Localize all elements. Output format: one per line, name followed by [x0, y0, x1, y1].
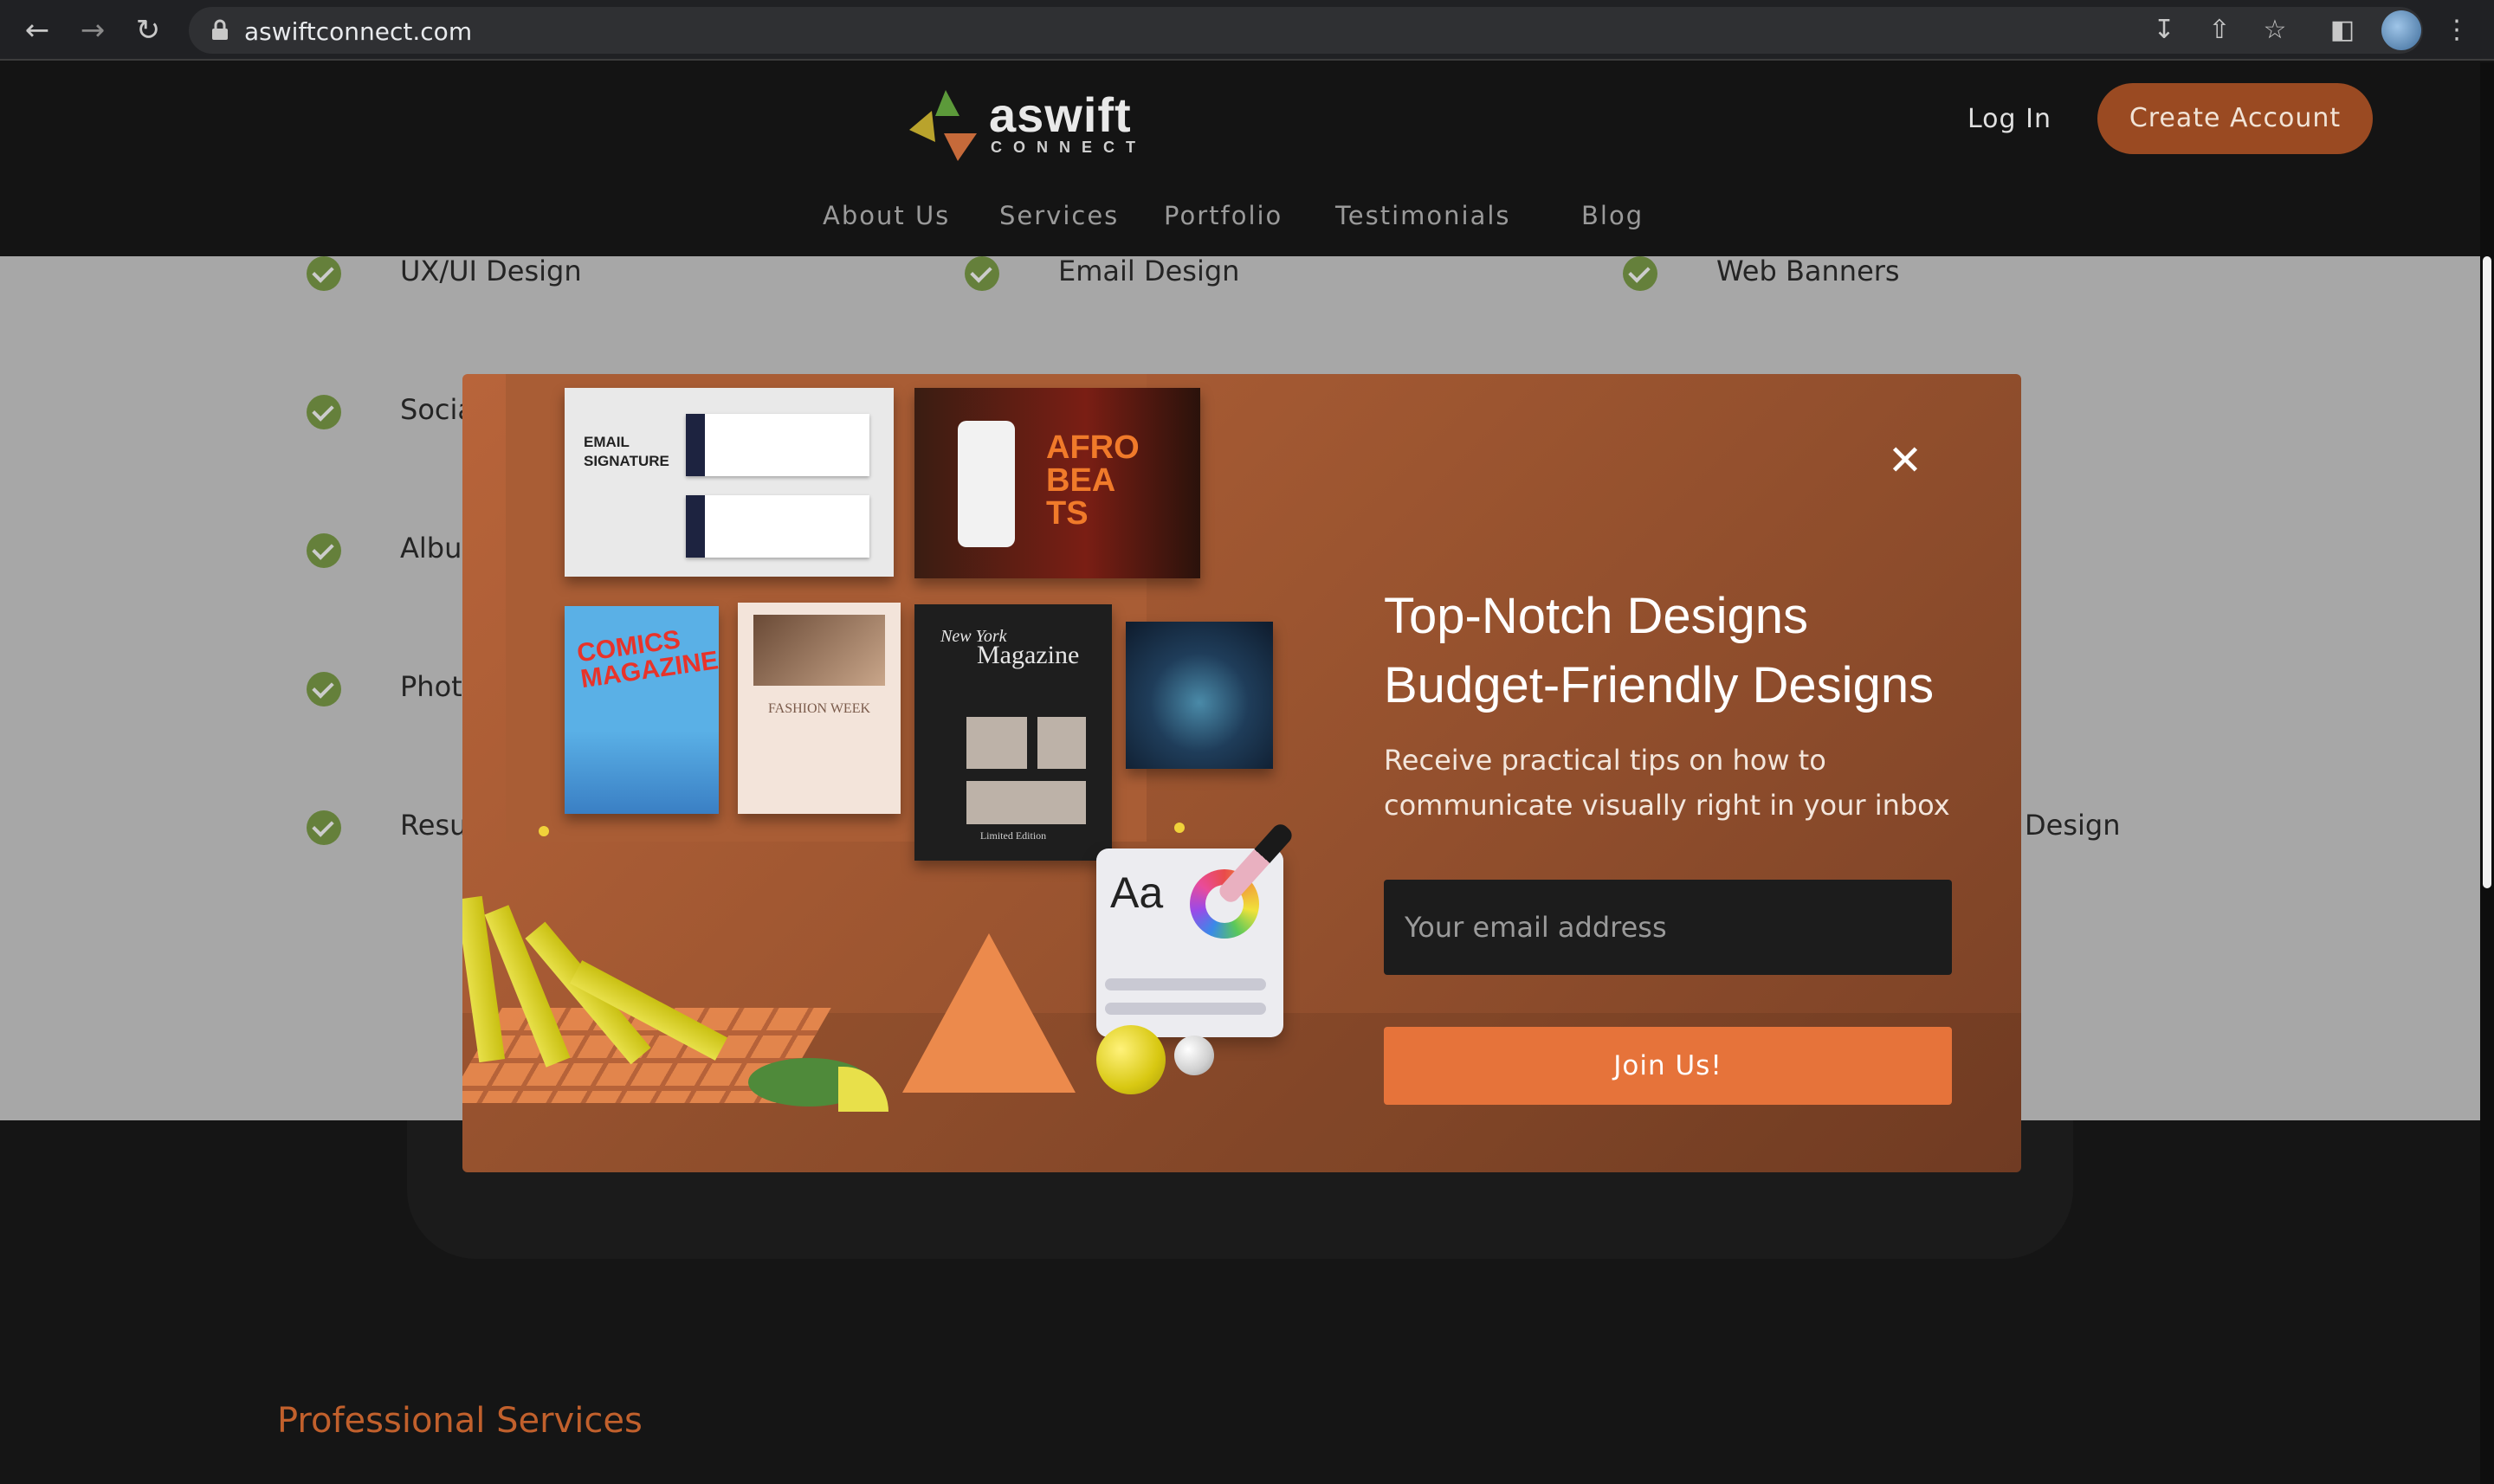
headline-line-1: Top-Notch Designs [1384, 588, 1808, 644]
magazine-photo [966, 717, 1027, 769]
design-board-illustration: EMAIL SIGNATURE AFRO BEA TS COMICS MAGAZ… [506, 374, 1273, 861]
headline-line-2: Budget-Friendly Designs [1384, 657, 1935, 713]
nav-services[interactable]: Services [999, 201, 1119, 230]
magazine-artwork: New York Magazine Limited Edition [914, 604, 1112, 861]
modal-description: Receive practical tips on how to communi… [1384, 744, 1950, 822]
join-button[interactable]: Join Us! [1384, 1027, 1952, 1105]
logo-wordmark: aswift [989, 87, 1132, 142]
more-menu-icon[interactable]: ⋮ [2439, 12, 2475, 48]
address-bar[interactable]: aswiftconnect.com [189, 7, 2423, 54]
newsletter-modal: EMAIL SIGNATURE AFRO BEA TS COMICS MAGAZ… [462, 374, 2021, 1172]
share-icon[interactable]: ⇧ [2201, 12, 2238, 48]
artwork-title: FASHION WEEK [767, 701, 871, 716]
white-sphere-shape [1174, 1036, 1214, 1075]
album-cover-artwork [1126, 622, 1273, 769]
create-account-button[interactable]: Create Account [2097, 83, 2373, 154]
afrobeats-artwork: AFRO BEA TS [914, 388, 1200, 578]
nav-about-us[interactable]: About Us [823, 201, 950, 230]
logo-mark-icon [909, 90, 977, 161]
artwork-title: AFRO BEA TS [1046, 429, 1140, 532]
phone-mockup [958, 421, 1015, 547]
fashion-photo [753, 615, 885, 686]
modal-headline: Top-Notch Designs Budget-Friendly Design… [1384, 582, 1990, 720]
install-icon[interactable]: ↧ [2146, 12, 2182, 48]
magazine-photo [966, 781, 1086, 824]
magazine-footer: Limited Edition [979, 829, 1047, 842]
email-signature-artwork: EMAIL SIGNATURE [565, 388, 894, 577]
fashion-week-artwork: FASHION WEEK [738, 603, 901, 814]
artwork-title: COMICS MAGAZINE [575, 625, 720, 694]
pin-dot [1174, 823, 1185, 833]
back-arrow-icon[interactable]: ← [19, 12, 55, 48]
artwork-title: EMAIL SIGNATURE [584, 434, 669, 469]
browser-toolbar: ← → ↻ aswiftconnect.com ↧ ⇧ ☆ ◧ ⋮ [0, 0, 2494, 61]
signature-card [686, 414, 869, 476]
pin-dot [539, 826, 549, 836]
forward-arrow-icon[interactable]: → [74, 12, 111, 48]
nav-blog[interactable]: Blog [1581, 201, 1644, 230]
close-icon[interactable]: ✕ [1886, 440, 1924, 481]
typography-label: Aa [1110, 868, 1164, 917]
nav-portfolio[interactable]: Portfolio [1164, 201, 1283, 230]
section-title: Professional Services [277, 1401, 643, 1441]
scrollbar-thumb[interactable] [2483, 256, 2491, 888]
url-text: aswiftconnect.com [244, 17, 473, 46]
reload-icon[interactable]: ↻ [130, 12, 166, 48]
text-line-placeholder [1105, 978, 1266, 990]
login-link[interactable]: Log In [1967, 104, 2051, 134]
yellow-sphere-shape [1096, 1025, 1166, 1094]
site-header: aswift CONNECT Log In Create Account Abo… [0, 62, 2480, 256]
comics-magazine-artwork: COMICS MAGAZINE [565, 606, 720, 814]
logo-subtitle: CONNECT [991, 139, 1147, 156]
email-field[interactable] [1384, 880, 1952, 975]
nav-testimonials[interactable]: Testimonials [1335, 201, 1511, 230]
signature-card [686, 495, 869, 558]
bookmark-star-icon[interactable]: ☆ [2257, 12, 2293, 48]
magazine-title-line-2: Magazine [977, 641, 1080, 669]
magazine-photo [1037, 717, 1086, 769]
profile-avatar[interactable] [2381, 10, 2421, 50]
text-line-placeholder [1105, 1003, 1266, 1015]
site-logo[interactable]: aswift CONNECT [909, 78, 1152, 173]
triangle-shape [902, 933, 1076, 1093]
side-panel-icon[interactable]: ◧ [2324, 12, 2361, 48]
lock-icon [212, 19, 228, 40]
